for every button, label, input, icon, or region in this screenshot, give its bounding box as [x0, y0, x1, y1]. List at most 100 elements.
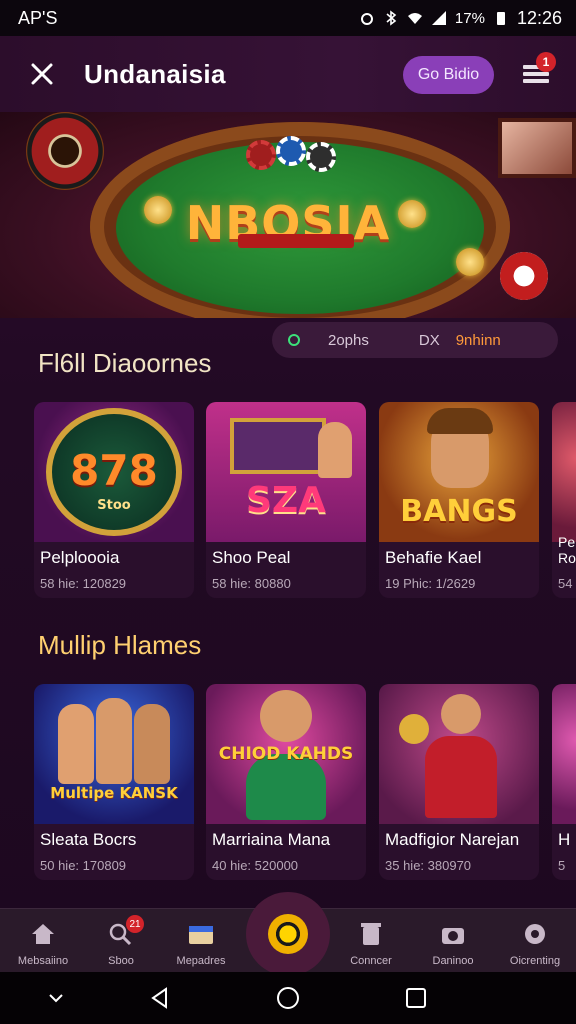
slot-reels-image [230, 418, 326, 474]
stack-menu-button[interactable]: 1 [516, 52, 556, 94]
nav-item-trash[interactable]: Conncer [330, 909, 412, 973]
game-logo: 878 [70, 446, 158, 495]
center-play-button[interactable] [246, 892, 330, 976]
section-heading: Fl6ll Diaoornes [38, 348, 212, 378]
game-name: Madfigior Narejan [385, 830, 520, 849]
system-nav-bar [0, 972, 576, 1024]
nav-badge: 21 [126, 915, 144, 933]
filter-strip: 2ophs DX 9nhinn [272, 322, 558, 358]
jacket-image [425, 736, 497, 818]
signal-icon [431, 11, 446, 25]
game-card[interactable]: H 5 [552, 684, 576, 880]
game-name: Behafie Kael [385, 548, 482, 567]
game-card[interactable]: Madfigior Narejan 35 hie: 380970 [379, 684, 539, 880]
game-card[interactable]: 878 Stoo Pelploooia 58 hie: 120829 [34, 402, 194, 598]
nav-label: Mepadres [176, 955, 226, 967]
game-art: CHIOD KAHDS [206, 684, 366, 824]
back-button[interactable] [140, 984, 180, 1012]
settings-icon [521, 921, 549, 947]
game-meta: 35 hie: 380970 [385, 858, 472, 873]
nav-label: Conncer [350, 955, 392, 967]
nav-label: Oicrenting [509, 955, 561, 967]
section-heading: Mullip Hlames [38, 630, 202, 660]
filter-item[interactable]: 9nhinn [456, 332, 501, 349]
game-row: Multipe KANSK Sleata Bocrs 50 hie: 17080… [34, 684, 576, 884]
battery-icon [496, 12, 505, 25]
game-art: SZA [206, 402, 366, 542]
game-card[interactable]: SZA Shoo Peal 58 hie: 80880 [206, 402, 366, 598]
game-card[interactable]: Multipe KANSK Sleata Bocrs 50 hie: 17080… [34, 684, 194, 880]
hero-banner[interactable]: NBOSIA [0, 112, 576, 318]
game-art: Multipe KANSK [34, 684, 194, 824]
game-meta: 40 hie: 520000 [212, 858, 299, 873]
game-name: H [558, 830, 571, 849]
game-name: Pelploooia [40, 548, 120, 567]
game-art: BANGS [379, 402, 539, 542]
game-art [552, 684, 576, 824]
game-logo: SZA [246, 480, 326, 521]
game-name: Pe Ro [558, 534, 576, 566]
hero-ribbon [238, 234, 354, 248]
game-meta: 19 Phic: 1/2629 [385, 576, 476, 591]
game-meta: 54 [558, 576, 573, 591]
game-card[interactable]: CHIOD KAHDS Marriaina Mana 40 hie: 52000… [206, 684, 366, 880]
nav-label: Daninoo [432, 955, 474, 967]
game-card[interactable]: Pe Ro 54 [552, 402, 576, 598]
game-logo: CHIOD KAHDS [218, 744, 354, 764]
keyboard-down-button[interactable] [36, 984, 76, 1012]
nav-item-settings[interactable]: Oicrenting [494, 909, 576, 973]
home-icon [29, 921, 57, 947]
alarm-icon [360, 13, 373, 25]
game-logo: Multipe KANSK [50, 784, 178, 802]
nav-label: Mebsaiino [17, 955, 69, 967]
recents-button[interactable] [396, 984, 436, 1012]
clock: 12:26 [516, 7, 562, 28]
chip-image [246, 140, 276, 170]
game-sublogo: Stoo [97, 498, 131, 513]
filter-item[interactable]: DX [419, 332, 440, 349]
chip-image [306, 142, 336, 172]
coin-image [456, 248, 484, 276]
chip-image [276, 136, 306, 166]
game-card[interactable]: BANGS Behafie Kael 19 Phic: 1/2629 [379, 402, 539, 598]
window-decoration [498, 118, 576, 178]
hair-image [427, 408, 493, 434]
app-bar: Undanaisia Go Bidio 1 [0, 36, 576, 112]
game-art [379, 684, 539, 824]
character-image [441, 694, 481, 734]
coin-image [399, 714, 429, 744]
back-triangle-icon [151, 987, 167, 1009]
chevron-down-icon [49, 994, 63, 1003]
app-screen: AP'S 17% 12:26 Undanaisia Go Bidio 1 NBO… [0, 0, 576, 1024]
nav-label: Sboo [108, 955, 134, 967]
camera-icon [439, 921, 467, 947]
nav-item-camera[interactable]: Daninoo [412, 909, 494, 973]
cards-icon [187, 921, 215, 947]
nav-item-home[interactable]: Mebsaiino [2, 909, 84, 973]
game-logo: BANGS [400, 494, 518, 529]
status-left-text: AP'S [18, 7, 58, 28]
nav-item-search[interactable]: 21 Sboo [80, 909, 162, 973]
close-icon [31, 63, 53, 85]
menu-badge: 1 [536, 52, 556, 72]
game-name: Marriaina Mana [212, 830, 331, 849]
status-dot-icon [288, 334, 300, 346]
game-name: Shoo Peal [212, 548, 291, 567]
home-circle-icon [277, 987, 299, 1009]
game-meta: 58 hie: 120829 [40, 576, 127, 591]
page-title: Undanaisia [84, 58, 226, 89]
character-image [318, 422, 352, 478]
trash-icon [357, 921, 385, 947]
character-image [58, 704, 94, 784]
close-button[interactable] [16, 48, 68, 100]
game-art [552, 402, 576, 542]
status-icons: 17% 12:26 [359, 8, 562, 29]
filter-item[interactable]: 2ophs [328, 332, 369, 349]
bluetooth-icon [386, 10, 397, 26]
nav-item-cards[interactable]: Mepadres [160, 909, 242, 973]
wifi-icon [407, 13, 422, 24]
home-button[interactable] [268, 984, 308, 1012]
go-button[interactable]: Go Bidio [403, 56, 494, 94]
roulette-wheel-image [26, 112, 104, 190]
battery-text: 17% [454, 9, 485, 27]
